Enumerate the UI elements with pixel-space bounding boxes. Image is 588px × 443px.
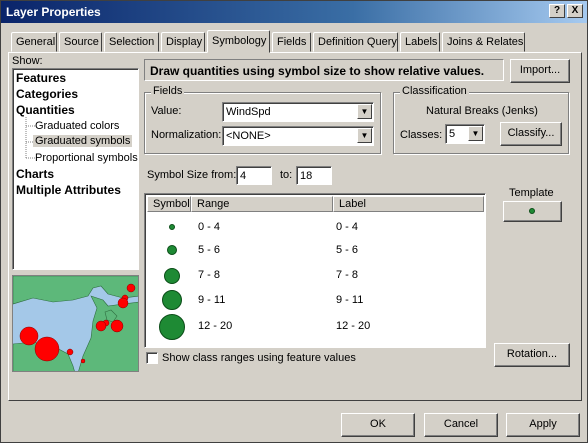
template-symbol-dot bbox=[529, 208, 535, 214]
classes-combo-text: 5 bbox=[449, 128, 456, 140]
rotation-button[interactable]: Rotation... bbox=[494, 343, 570, 367]
classes-combo[interactable]: 5 ▼ bbox=[445, 124, 485, 144]
value-combo-text: WindSpd bbox=[226, 106, 271, 118]
normalization-label: Normalization: bbox=[151, 129, 222, 141]
row-5-label[interactable]: 12 - 20 bbox=[336, 320, 370, 332]
tab-general[interactable]: General bbox=[11, 32, 57, 52]
header-symbol[interactable]: Symbol bbox=[147, 196, 191, 212]
show-label: Show: bbox=[12, 55, 43, 67]
title-bar[interactable]: Layer Properties ? X bbox=[1, 1, 587, 23]
normalization-combo[interactable]: <NONE> ▼ bbox=[222, 126, 374, 146]
symbol-size-to-input[interactable]: 18 bbox=[296, 166, 332, 185]
row-2-range[interactable]: 5 - 6 bbox=[198, 244, 220, 256]
symbol-dot-1[interactable] bbox=[169, 224, 175, 230]
tree-item-proportional-symbols[interactable]: Proportional symbols bbox=[35, 152, 138, 164]
symbol-size-to-label: to: bbox=[280, 169, 293, 181]
ok-button[interactable]: OK bbox=[341, 413, 415, 437]
symbol-dot-3[interactable] bbox=[164, 268, 180, 284]
template-label: Template bbox=[509, 187, 554, 199]
row-4-range[interactable]: 9 - 11 bbox=[198, 294, 225, 306]
classify-button[interactable]: Classify... bbox=[500, 122, 562, 146]
header-label[interactable]: Label bbox=[333, 196, 484, 212]
symbol-dot-4[interactable] bbox=[162, 290, 182, 310]
tree-item-graduated-colors[interactable]: Graduated colors bbox=[35, 120, 119, 132]
class-table[interactable]: Symbol Range Label 0 - 4 0 - 4 5 - 6 5 -… bbox=[144, 193, 486, 348]
normalization-combo-text: <NONE> bbox=[226, 130, 271, 142]
symbol-size-from-input[interactable]: 4 bbox=[236, 166, 272, 185]
show-tree[interactable]: Features Categories Quantities Graduated… bbox=[12, 68, 139, 270]
tree-item-charts[interactable]: Charts bbox=[16, 167, 54, 181]
row-4-label[interactable]: 9 - 11 bbox=[336, 294, 363, 306]
map-graphic bbox=[13, 276, 138, 371]
value-combo[interactable]: WindSpd ▼ bbox=[222, 102, 374, 122]
preview-map bbox=[12, 275, 139, 372]
tab-display[interactable]: Display bbox=[161, 32, 205, 52]
apply-button[interactable]: Apply bbox=[506, 413, 580, 437]
tree-item-quantities[interactable]: Quantities bbox=[16, 103, 75, 117]
close-button[interactable]: X bbox=[567, 4, 583, 18]
tab-joins-relates[interactable]: Joins & Relates bbox=[442, 32, 525, 52]
show-class-ranges-checkbox[interactable] bbox=[146, 352, 158, 364]
row-1-range[interactable]: 0 - 4 bbox=[198, 221, 220, 233]
classes-label: Classes: bbox=[400, 129, 443, 141]
chevron-down-icon[interactable]: ▼ bbox=[357, 128, 372, 143]
description-box: Draw quantities using symbol size to sho… bbox=[144, 59, 504, 81]
symbol-size-to-value: 18 bbox=[300, 170, 313, 182]
tab-fields[interactable]: Fields bbox=[272, 32, 311, 52]
show-class-ranges-label[interactable]: Show class ranges using feature values bbox=[162, 352, 356, 364]
fields-group-title: Fields bbox=[151, 85, 185, 97]
row-2-label[interactable]: 5 - 6 bbox=[336, 244, 358, 256]
symbol-size-from-value: 4 bbox=[240, 170, 247, 182]
row-3-range[interactable]: 7 - 8 bbox=[198, 269, 220, 281]
tab-symbology[interactable]: Symbology bbox=[207, 30, 270, 53]
chevron-down-icon[interactable]: ▼ bbox=[357, 104, 372, 119]
row-1-label[interactable]: 0 - 4 bbox=[336, 221, 358, 233]
tree-item-multiple-attributes[interactable]: Multiple Attributes bbox=[16, 183, 121, 197]
tree-item-features[interactable]: Features bbox=[16, 71, 66, 85]
tab-labels[interactable]: Labels bbox=[400, 32, 440, 52]
tab-definition-query[interactable]: Definition Query bbox=[313, 32, 398, 52]
import-button[interactable]: Import... bbox=[510, 59, 570, 83]
classification-method: Natural Breaks (Jenks) bbox=[426, 105, 538, 117]
tree-item-categories[interactable]: Categories bbox=[16, 87, 78, 101]
symbol-dot-5[interactable] bbox=[159, 314, 185, 340]
description-text: Draw quantities using symbol size to sho… bbox=[150, 64, 485, 78]
layer-properties-window: Layer Properties ? X General Source Sele… bbox=[0, 0, 588, 443]
help-button[interactable]: ? bbox=[549, 4, 565, 18]
tree-item-graduated-symbols[interactable]: Graduated symbols bbox=[33, 135, 133, 147]
chevron-down-icon[interactable]: ▼ bbox=[468, 126, 483, 141]
tab-selection[interactable]: Selection bbox=[104, 32, 159, 52]
template-button[interactable] bbox=[503, 201, 562, 222]
row-5-range[interactable]: 12 - 20 bbox=[198, 320, 232, 332]
window-title: Layer Properties bbox=[6, 5, 101, 19]
tab-source[interactable]: Source bbox=[59, 32, 102, 52]
symbol-size-from-label: Symbol Size from: bbox=[147, 169, 237, 181]
cancel-button[interactable]: Cancel bbox=[424, 413, 498, 437]
row-3-label[interactable]: 7 - 8 bbox=[336, 269, 358, 281]
symbol-dot-2[interactable] bbox=[167, 245, 177, 255]
classification-group-title: Classification bbox=[400, 85, 469, 97]
value-label: Value: bbox=[151, 105, 182, 117]
header-range[interactable]: Range bbox=[191, 196, 333, 212]
